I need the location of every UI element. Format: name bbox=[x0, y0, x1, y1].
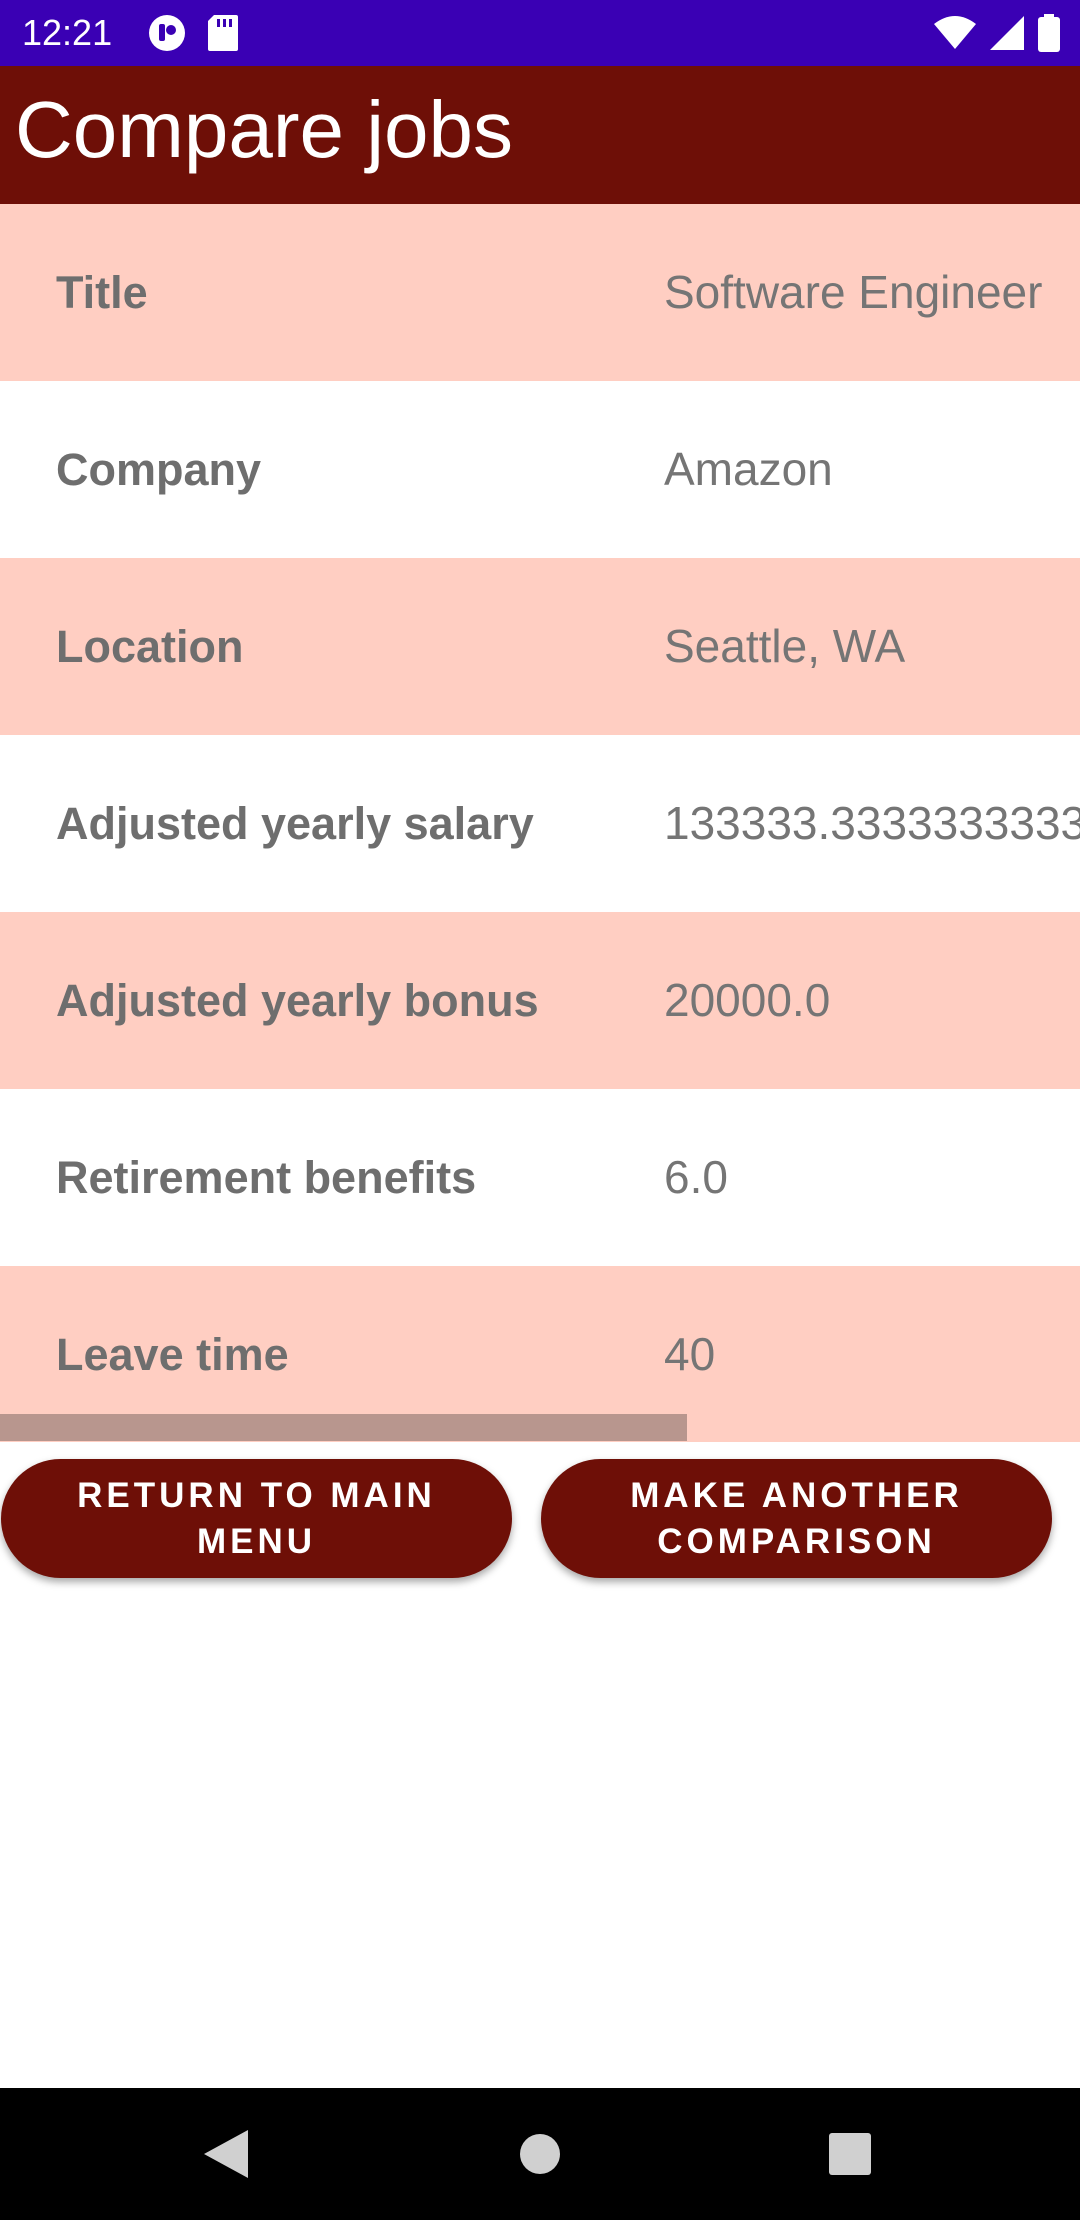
return-to-main-menu-button[interactable]: RETURN TO MAIN MENU bbox=[1, 1459, 512, 1578]
table-row-salary: Adjusted yearly salary 133333.3333333333 bbox=[0, 735, 1080, 912]
back-icon bbox=[204, 2130, 248, 2178]
sd-card-icon bbox=[208, 15, 238, 51]
row-value: 133333.3333333333 bbox=[664, 797, 1080, 849]
make-another-comparison-button[interactable]: MAKE ANOTHER COMPARISON bbox=[541, 1459, 1052, 1578]
signal-icon bbox=[990, 16, 1024, 50]
status-bar: 12:21 bbox=[0, 0, 1080, 66]
row-value: 6.0 bbox=[664, 1151, 728, 1203]
screen: 12:21 Compare jobs Title Software Engine… bbox=[0, 0, 1080, 2220]
row-value: Software Engineer bbox=[664, 266, 1043, 318]
table-row-company: Company Amazon bbox=[0, 381, 1080, 558]
system-nav-bar bbox=[0, 2088, 1080, 2220]
row-value: Amazon bbox=[664, 443, 833, 495]
horizontal-scrollbar[interactable] bbox=[0, 1414, 687, 1441]
page-title: Compare jobs bbox=[15, 85, 514, 174]
row-label: Adjusted yearly salary bbox=[56, 798, 534, 849]
home-icon bbox=[520, 2134, 560, 2174]
table-row-title: Title Software Engineer bbox=[0, 204, 1080, 381]
nav-back-button[interactable] bbox=[196, 2124, 256, 2184]
table-row-bonus: Adjusted yearly bonus 20000.0 bbox=[0, 912, 1080, 1089]
app-notification-icon bbox=[149, 15, 185, 51]
wifi-icon bbox=[934, 16, 976, 49]
row-label: Location bbox=[56, 621, 244, 672]
row-value: 20000.0 bbox=[664, 974, 831, 1026]
status-notification-icons bbox=[148, 14, 238, 52]
status-time: 12:21 bbox=[22, 12, 113, 53]
row-label: Company bbox=[56, 444, 262, 495]
recents-icon bbox=[829, 2133, 871, 2175]
row-label: Retirement benefits bbox=[56, 1152, 477, 1203]
row-value: Seattle, WA bbox=[664, 620, 906, 672]
nav-home-button[interactable] bbox=[510, 2124, 570, 2184]
battery-icon bbox=[1038, 14, 1060, 52]
app-bar: Compare jobs bbox=[0, 66, 1080, 204]
table-row-retirement: Retirement benefits 6.0 bbox=[0, 1089, 1080, 1266]
row-label: Adjusted yearly bonus bbox=[56, 975, 539, 1026]
nav-recents-button[interactable] bbox=[820, 2124, 880, 2184]
row-label: Title bbox=[56, 267, 148, 318]
comparison-table[interactable]: Title Software Engineer Company Amazon L… bbox=[0, 204, 1080, 1442]
status-system-icons bbox=[934, 14, 1060, 52]
table-row-location: Location Seattle, WA bbox=[0, 558, 1080, 735]
